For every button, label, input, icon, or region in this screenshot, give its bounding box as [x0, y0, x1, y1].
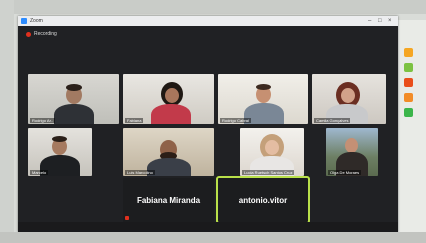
video-tile[interactable]: Lucia Ruetsch Santos Cruz: [240, 128, 304, 176]
participant-name-large: Fabiana Miranda: [136, 196, 201, 205]
video-tile[interactable]: Rodrigo Cabral: [218, 74, 308, 124]
video-tile-active-speaker[interactable]: antonio.vitor: [216, 176, 310, 224]
shortcut-icon-3[interactable]: [404, 78, 413, 87]
shortcut-icon-2[interactable]: [404, 63, 413, 72]
participant-name: Olga De Moraes: [328, 170, 362, 175]
zoom-meeting-window: Zoom – □ × Recording Rodrigo Ar.. Fabian…: [18, 16, 398, 232]
minimize-icon[interactable]: –: [368, 17, 371, 25]
close-icon[interactable]: ×: [388, 17, 392, 25]
video-tile[interactable]: Luis Marcolino: [123, 128, 214, 176]
participant-name: Camila Gonçalves: [314, 118, 351, 123]
participant-name: Marcelo: [30, 170, 49, 175]
title-bar: Zoom – □ ×: [18, 16, 398, 26]
shortcut-icon-4[interactable]: [404, 93, 413, 102]
desktop-shortcuts: [404, 48, 418, 123]
video-tile[interactable]: Fabiana: [123, 74, 214, 124]
video-tile[interactable]: Olga De Moraes: [326, 128, 378, 176]
video-tile[interactable]: Marcelo: [28, 128, 92, 176]
maximize-icon[interactable]: □: [378, 17, 382, 25]
window-title: Zoom: [30, 18, 43, 24]
video-tile[interactable]: Fabiana Miranda: [123, 178, 214, 222]
recording-label[interactable]: Recording: [34, 30, 57, 38]
participant-name: Rodrigo Cabral: [220, 118, 251, 123]
shortcut-icon-5[interactable]: [404, 108, 413, 117]
video-tile[interactable]: Rodrigo Ar..: [28, 74, 119, 124]
photo-border-top: [0, 0, 426, 14]
participant-name-large: antonio.vitor: [238, 196, 288, 205]
participant-name: Lucia Ruetsch Santos Cruz: [242, 170, 295, 175]
participant-name: Fabiana: [125, 118, 144, 123]
video-tile[interactable]: Camila Gonçalves: [312, 74, 386, 124]
participant-name: Luis Marcolino: [125, 170, 155, 175]
photo-border-left: [0, 0, 14, 243]
meeting-toolbar: [18, 222, 398, 232]
shortcut-icon-1[interactable]: [404, 48, 413, 57]
recording-indicator-icon: [26, 32, 31, 37]
photo-border-bottom: [0, 232, 426, 243]
muted-mic-icon: [125, 216, 129, 220]
zoom-app-icon: [21, 18, 27, 24]
participant-name: Rodrigo Ar..: [30, 118, 55, 123]
